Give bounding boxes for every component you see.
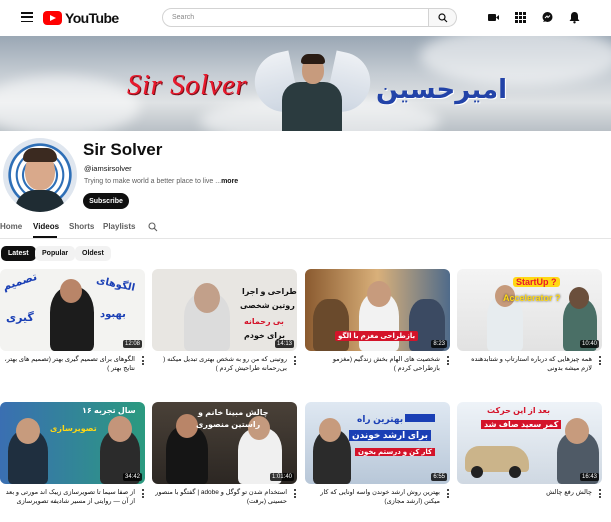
video-thumbnail[interactable]: چالش مبینا خانم و راستین منصوری 1:01:40 (152, 402, 297, 484)
video-duration: 16:43 (579, 473, 599, 481)
search-placeholder: Search (172, 14, 195, 21)
video-title[interactable]: از صفا سیما تا تصویرسازی زیبک اند مورتی … (3, 488, 135, 506)
video-menu-icon[interactable] (599, 489, 602, 498)
chip-latest[interactable]: Latest (1, 246, 36, 261)
subscribe-button[interactable]: Subscribe (83, 193, 129, 209)
video-card[interactable]: چالش مبینا خانم و راستین منصوری 1:01:40 … (152, 402, 297, 505)
video-card[interactable]: بعد از این حرکت کمر سعید صاف شد 16:43 چا… (457, 402, 602, 498)
video-duration: 6:55 (431, 473, 447, 481)
video-card[interactable]: بازطراحی مغزم با الگو 8:23 شخصیت های اله… (305, 269, 450, 372)
video-duration: 34:42 (122, 473, 142, 481)
channel-search-icon[interactable] (148, 222, 158, 232)
channel-description-text: Trying to make world a better place to l… (84, 178, 222, 185)
search-button[interactable] (429, 8, 457, 27)
video-menu-icon[interactable] (447, 489, 450, 498)
video-duration: 14:13 (274, 340, 294, 348)
video-card[interactable]: ۱۶ سال تجربه تصویرسازی 34:42 از صفا سیما… (0, 402, 145, 505)
video-menu-icon[interactable] (294, 356, 297, 365)
video-card[interactable]: StartUp ? Accelerator ? 10:40 همه چیزهای… (457, 269, 602, 372)
video-card[interactable]: طراحی و اجرا روتین شخصی بی رحمانه برای خ… (152, 269, 297, 372)
video-duration: 10:40 (579, 340, 599, 348)
video-menu-icon[interactable] (294, 489, 297, 498)
video-thumbnail[interactable]: تصمیم الگوهای بهبود گیری 12:08 (0, 269, 145, 351)
video-menu-icon[interactable] (599, 356, 602, 365)
top-bar: YouTube Search (0, 0, 611, 36)
video-card[interactable]: تصمیم الگوهای بهبود گیری 12:08 الگوهای ب… (0, 269, 145, 372)
video-title[interactable]: روتینی که من رو به شخص بهتری تبدیل میکنه… (155, 355, 287, 373)
apps-grid-icon[interactable] (514, 11, 527, 24)
video-menu-icon[interactable] (447, 356, 450, 365)
logo-text: YouTube (65, 10, 119, 26)
menu-icon[interactable] (21, 12, 33, 22)
video-title[interactable]: چالش رفع چالش (460, 488, 592, 497)
tab-videos[interactable]: Videos (33, 222, 59, 231)
video-title[interactable]: بهترین روش ارشد خوندن واسه اونایی که کار… (308, 488, 440, 506)
banner-person (282, 82, 342, 131)
tab-home[interactable]: Home (0, 222, 22, 231)
channel-handle: @iamsirsolver (84, 164, 132, 173)
banner-title-fa: امیرحسین (376, 74, 508, 104)
video-menu-icon[interactable] (142, 489, 145, 498)
video-duration: 1:01:40 (269, 473, 294, 481)
video-thumbnail[interactable]: بازطراحی مغزم با الگو 8:23 (305, 269, 450, 351)
youtube-channel-page: YouTube Search Sir Solver امیرحسین Sir S… (0, 0, 611, 522)
video-title[interactable]: استخدام شدن تو گوگل و adobe | گفتگو با م… (155, 488, 287, 506)
search-icon (438, 13, 448, 23)
more-link[interactable]: more (221, 178, 238, 185)
tab-playlists[interactable]: Playlists (103, 222, 135, 231)
video-thumbnail[interactable]: StartUp ? Accelerator ? 10:40 (457, 269, 602, 351)
channel-banner: Sir Solver امیرحسین (0, 36, 611, 131)
video-title[interactable]: همه چیزهایی که درباره استارتاپ و شتابدهن… (460, 355, 592, 373)
channel-avatar (3, 138, 77, 212)
tab-shorts[interactable]: Shorts (69, 222, 94, 231)
channel-name: Sir Solver (83, 140, 163, 159)
video-thumbnail[interactable]: طراحی و اجرا روتین شخصی بی رحمانه برای خ… (152, 269, 297, 351)
youtube-play-icon (43, 11, 62, 25)
notifications-bell-icon[interactable] (568, 11, 581, 24)
channel-description[interactable]: Trying to make world a better place to l… (84, 178, 238, 185)
video-title[interactable]: شخصیت های الهام بخش زندگیم (مغزمو بازطرا… (308, 355, 440, 373)
create-video-icon[interactable] (487, 11, 500, 24)
video-duration: 12:08 (122, 340, 142, 348)
video-thumbnail[interactable]: ۱۶ سال تجربه تصویرسازی 34:42 (0, 402, 145, 484)
chip-oldest[interactable]: Oldest (75, 246, 111, 261)
video-card[interactable]: بهترین راه برای ارشد خوندن کار کن و درست… (305, 402, 450, 505)
video-title[interactable]: الگوهای برای تصمیم گیری بهتر (تصمیم های … (3, 355, 135, 373)
chip-popular[interactable]: Popular (35, 246, 76, 261)
banner-title-en: Sir Solver (127, 69, 248, 101)
channel-tabs: Home Videos Shorts Playlists (0, 222, 611, 238)
video-thumbnail[interactable]: بهترین راه برای ارشد خوندن کار کن و درست… (305, 402, 450, 484)
video-thumbnail[interactable]: بعد از این حرکت کمر سعید صاف شد 16:43 (457, 402, 602, 484)
messages-icon[interactable] (541, 11, 554, 24)
video-menu-icon[interactable] (142, 356, 145, 365)
video-duration: 8:23 (431, 340, 447, 348)
search-input[interactable]: Search (162, 8, 429, 27)
youtube-logo[interactable]: YouTube (43, 10, 119, 26)
